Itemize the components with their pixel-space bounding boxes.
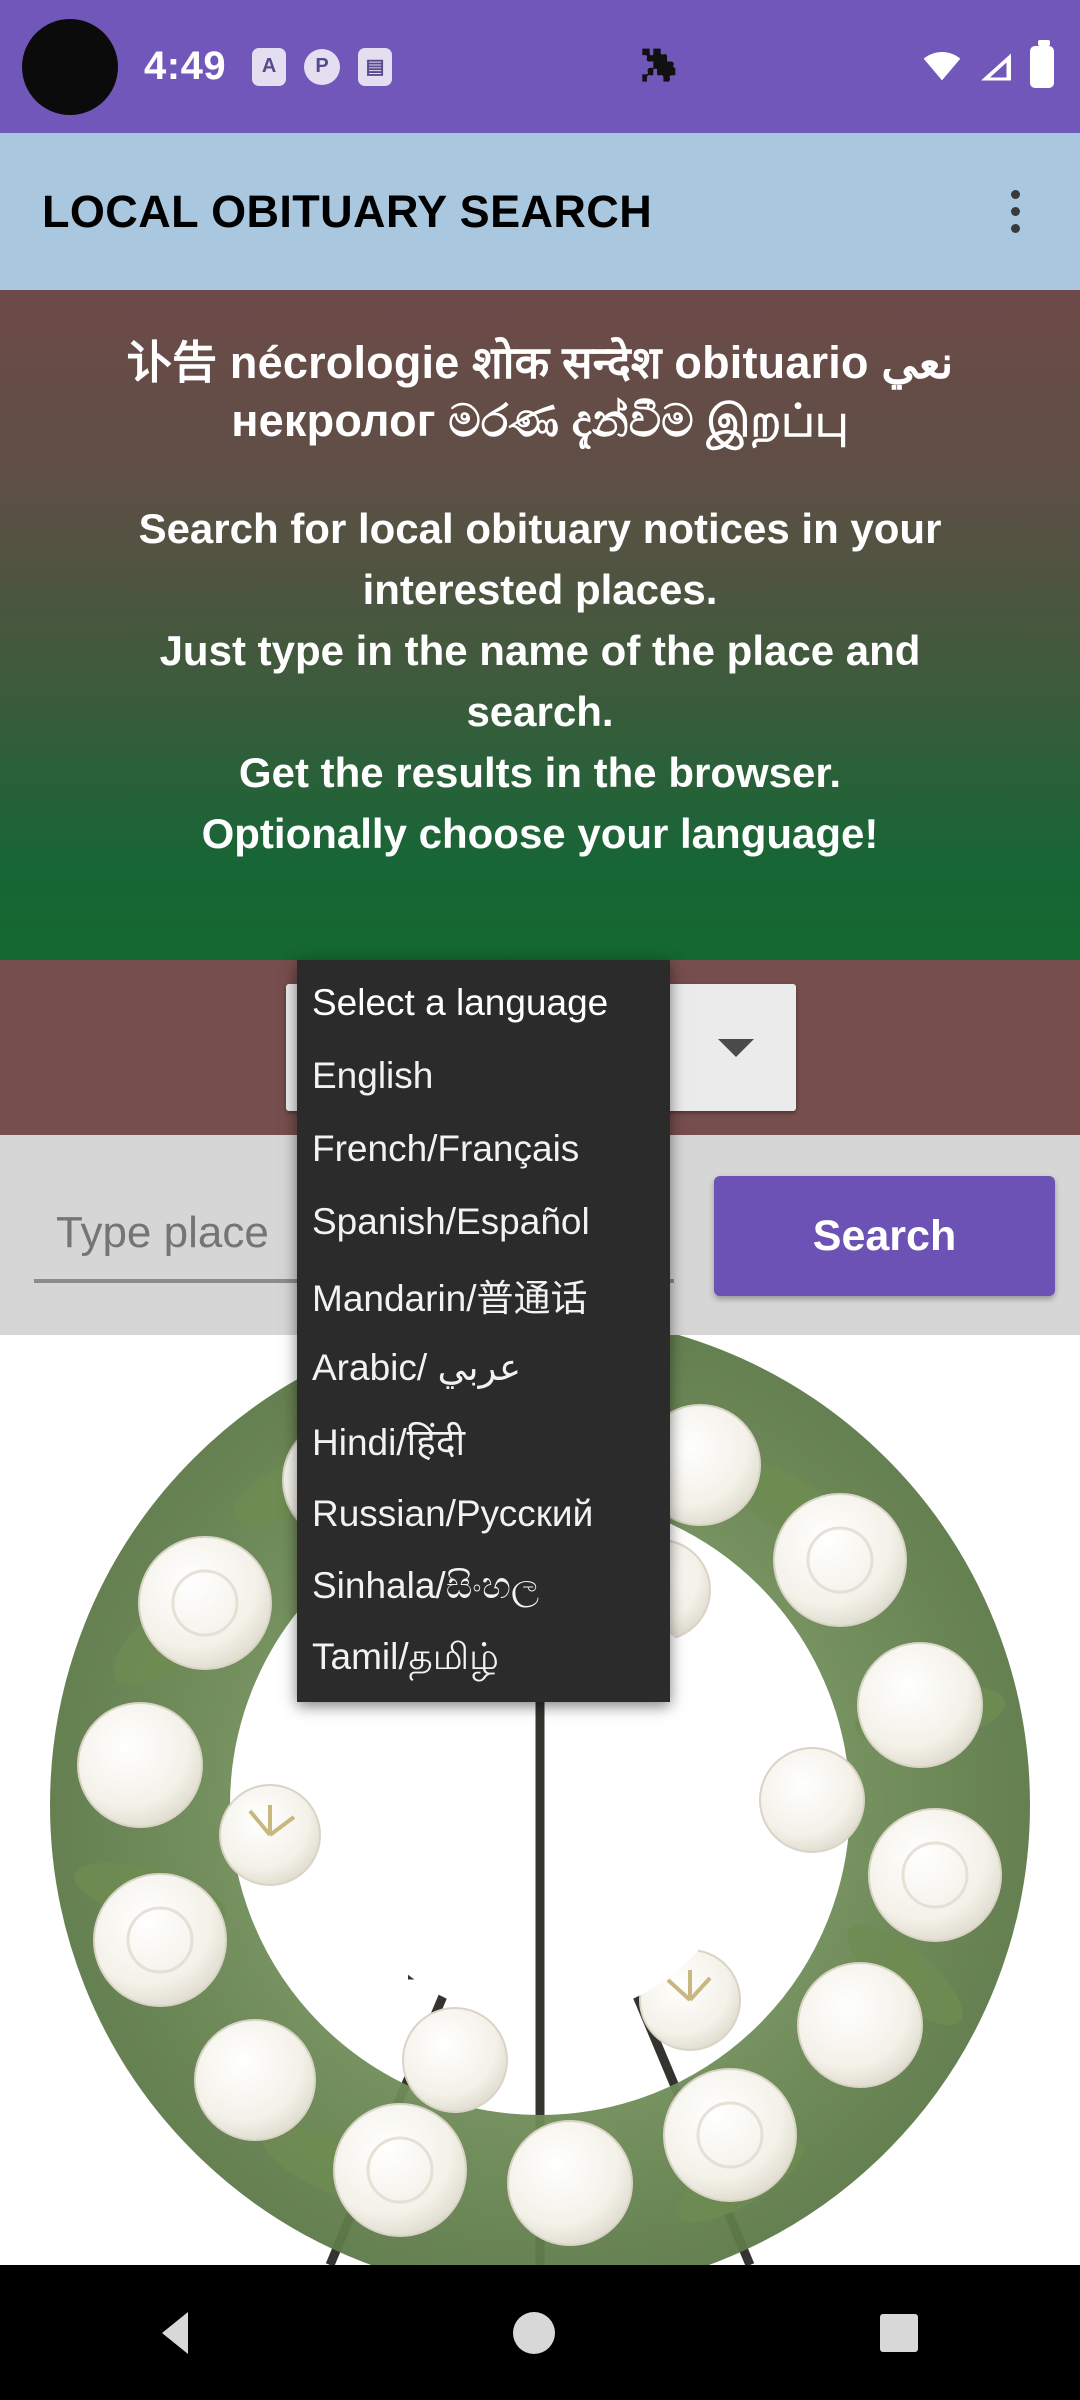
dropdown-item-tamil[interactable]: Tamil/தமிழ் <box>297 1623 670 1696</box>
hero-body-line-2: interested places. <box>362 566 718 614</box>
dropdown-item-select-a-language[interactable]: Select a language <box>297 966 670 1039</box>
dropdown-item-spanish[interactable]: Spanish/Español <box>297 1185 670 1258</box>
dropdown-item-mandarin[interactable]: Mandarin/普通话 <box>297 1258 670 1331</box>
hero-languages-line-1: 讣告 nécrologie शोक सन्देश obituario نعي <box>126 337 954 388</box>
page-title: LOCAL OBITUARY SEARCH <box>42 185 653 237</box>
dropdown-item-french[interactable]: French/Français <box>297 1112 670 1185</box>
hero-body-line-4: search. <box>466 687 614 735</box>
hero-body-line-3: Just type in the name of the place and <box>159 626 921 674</box>
hero-body-line-5: Get the results in the browser. <box>238 748 842 796</box>
status-bar-system-icons <box>922 39 1054 88</box>
wifi-icon <box>923 51 961 80</box>
back-button-icon[interactable] <box>162 2311 189 2354</box>
app-badge-a-icon: A <box>252 47 287 86</box>
phone-screen: 4:49 A P ▤ LOCAL OBITUARY SEARCH 讣告 nécr… <box>0 0 1080 2400</box>
sd-card-icon: ▤ <box>358 47 393 86</box>
puzzle-icon <box>642 48 676 82</box>
hero-banner: 讣告 nécrologie शोक सन्देश obituario نعي н… <box>0 290 1080 960</box>
camera-punch-hole <box>22 18 118 115</box>
dropdown-item-arabic[interactable]: Arabic/ عربي <box>297 1331 670 1404</box>
hero-description: Search for local obituary notices in you… <box>30 499 1050 864</box>
signal-icon <box>981 53 1011 80</box>
system-navigation-bar <box>0 2265 1080 2400</box>
app-bar: LOCAL OBITUARY SEARCH <box>0 133 1080 290</box>
battery-icon <box>1030 39 1054 88</box>
recents-button-icon[interactable] <box>879 2313 918 2352</box>
language-dropdown-menu[interactable]: Select a language English French/Françai… <box>297 960 670 1702</box>
home-button-icon[interactable] <box>512 2311 555 2354</box>
search-button[interactable]: Search <box>714 1176 1055 1296</box>
dropdown-item-russian[interactable]: Russian/Русский <box>297 1477 670 1550</box>
dropdown-item-hindi[interactable]: Hindi/हिंदी <box>297 1404 670 1477</box>
status-bar-center <box>392 45 922 89</box>
status-bar-notification-icons: A P ▤ <box>252 47 393 86</box>
status-bar-clock: 4:49 <box>144 44 227 88</box>
dropdown-item-sinhala[interactable]: Sinhala/සිංහල <box>297 1550 670 1623</box>
chevron-down-icon <box>718 1038 754 1057</box>
status-bar: 4:49 A P ▤ <box>0 0 1080 133</box>
hero-languages: 讣告 nécrologie शोक सन्देश obituario نعي н… <box>30 334 1050 449</box>
app-badge-p-icon: P <box>304 48 341 85</box>
hero-languages-line-2: некролог මරණ දැන්වීම இறப்பு <box>231 394 849 446</box>
overflow-menu-icon[interactable] <box>990 177 1040 247</box>
hero-body-line-6: Optionally choose your language! <box>201 809 879 857</box>
hero-body-line-1: Search for local obituary notices in you… <box>138 505 942 553</box>
dropdown-item-english[interactable]: English <box>297 1039 670 1112</box>
